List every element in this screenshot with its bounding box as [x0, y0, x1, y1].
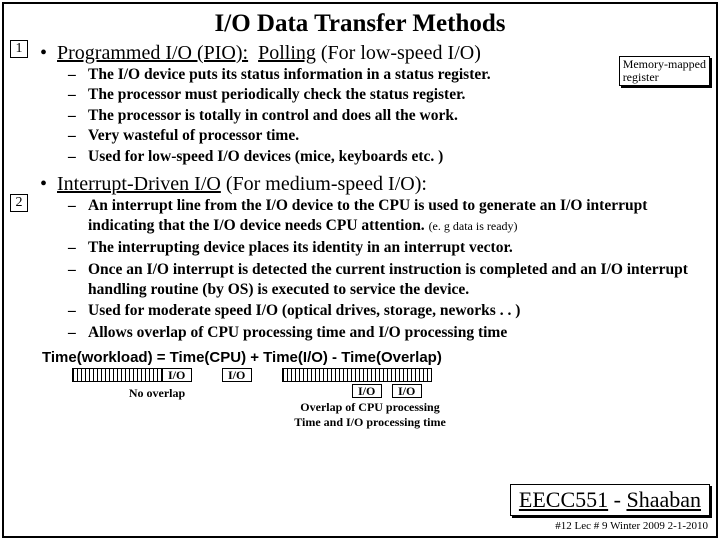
section-1-bullets: –The I/O device puts its status informat…	[68, 65, 708, 167]
cpu-bar-1	[72, 368, 162, 382]
sec1-tail: (For low-speed I/O)	[321, 42, 481, 64]
footer-note: #12 Lec # 9 Winter 2009 2-1-2010	[555, 520, 708, 532]
cpu-bar-2	[282, 368, 432, 382]
footer-badge: EECC551 - Shaaban	[510, 484, 710, 516]
section-1-heading: • Programmed I/O (PIO): Polling (For low…	[40, 42, 708, 65]
slide-title: I/O Data Transfer Methods	[12, 10, 708, 38]
memory-mapped-callout: Memory-mappedregister	[619, 56, 710, 86]
slide-frame: I/O Data Transfer Methods 1 • Programmed…	[2, 2, 718, 538]
caption-overlap: Overlap of CPU processingTime and I/O pr…	[280, 400, 460, 430]
interrupt-label: Interrupt-Driven I/O	[57, 173, 221, 195]
formula-text: Time(workload) = Time(CPU) + Time(I/O) -…	[42, 349, 708, 366]
timing-diagram: I/O I/O No overlap I/O I/O Overlap of CP…	[42, 368, 708, 438]
polling-label: Polling	[258, 42, 316, 64]
io-label-2: I/O	[228, 368, 245, 383]
section-number-1: 1	[10, 40, 28, 58]
caption-no-overlap: No overlap	[102, 386, 212, 401]
section-2-bullets: –An interrupt line from the I/O device t…	[68, 196, 708, 343]
io-label-4: I/O	[398, 384, 415, 399]
io-label-3: I/O	[358, 384, 375, 399]
pio-label: Programmed I/O (PIO):	[57, 42, 248, 64]
sec2-tail: (For medium-speed I/O):	[226, 173, 427, 195]
io-label-1: I/O	[168, 368, 185, 383]
section-number-2: 2	[10, 194, 28, 212]
section-2-heading: • Interrupt-Driven I/O (For medium-speed…	[40, 173, 708, 196]
